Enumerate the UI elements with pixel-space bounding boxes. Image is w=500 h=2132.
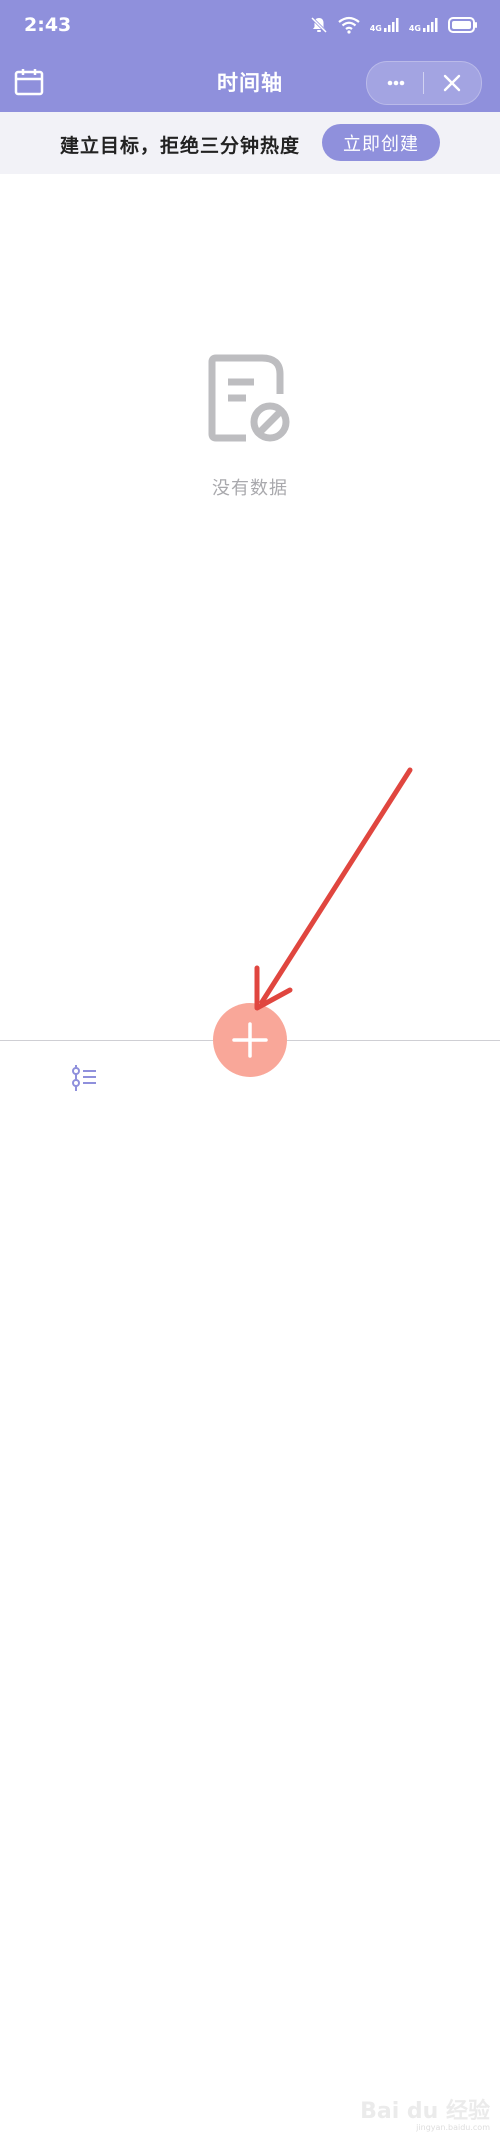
more-dots-icon[interactable] xyxy=(381,68,411,98)
nav-bar: 时间轴 xyxy=(0,52,500,112)
wifi-icon xyxy=(338,16,360,34)
add-button[interactable] xyxy=(213,1003,287,1077)
banner-text: 建立目标，拒绝三分钟热度 xyxy=(60,135,301,157)
signal-4g-1: 4G xyxy=(370,17,399,33)
status-time: 2:43 xyxy=(24,14,72,36)
capsule-divider xyxy=(423,72,424,94)
close-icon[interactable] xyxy=(437,68,467,98)
timeline-list-icon[interactable] xyxy=(70,1063,98,1093)
mute-bell-icon xyxy=(310,16,327,34)
signal-4g-2: 4G xyxy=(409,17,438,33)
empty-state-text: 没有数据 xyxy=(212,478,288,499)
plus-icon xyxy=(232,1022,268,1058)
signal-bars-icon xyxy=(423,18,438,32)
battery-icon xyxy=(448,17,477,33)
mini-program-capsule xyxy=(366,61,482,105)
status-bar: 2:43 4G 4G xyxy=(0,0,500,52)
watermark-sub: jingyan.baidu.com xyxy=(416,2123,490,2132)
network-type-label: 4G xyxy=(369,24,382,33)
no-data-document-icon xyxy=(208,354,290,442)
create-now-button[interactable]: 立即创建 xyxy=(322,124,440,161)
watermark-text: Bai du 经验 xyxy=(360,2099,490,2124)
network-type-label: 4G xyxy=(408,24,421,33)
watermark: Bai du 经验 jingyan.baidu.com xyxy=(360,2093,490,2132)
status-icons: 4G 4G xyxy=(310,16,478,34)
signal-bars-icon xyxy=(383,18,399,32)
promo-banner: 建立目标，拒绝三分钟热度 立即创建 xyxy=(0,112,500,174)
